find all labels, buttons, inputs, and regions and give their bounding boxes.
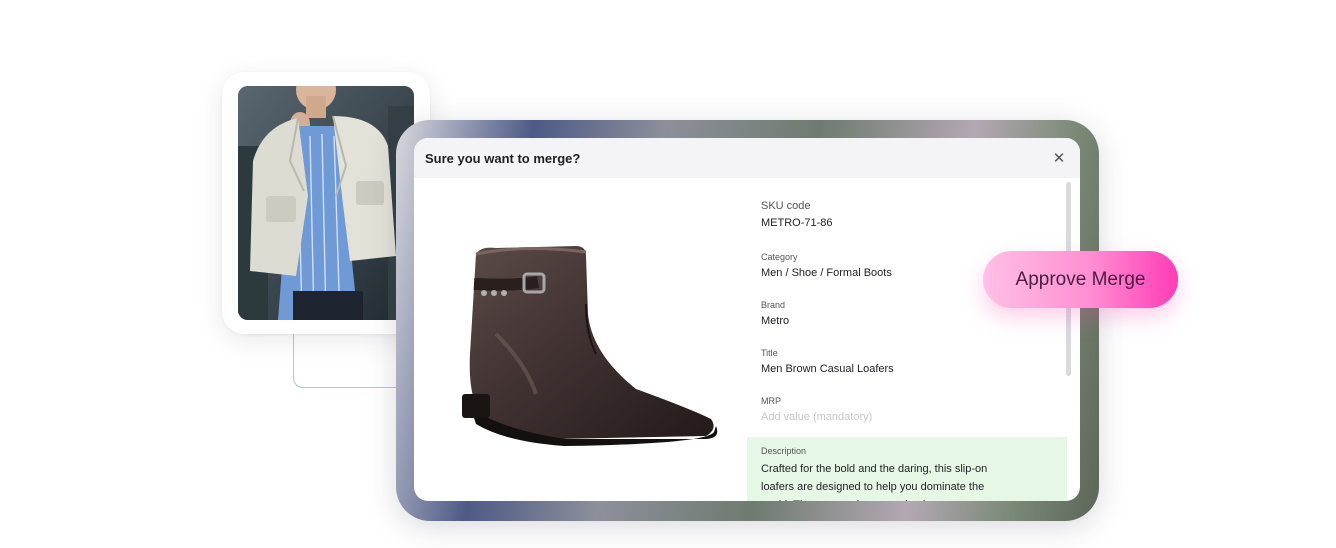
mrp-label: MRP: [761, 396, 781, 406]
scrollbar[interactable]: [1066, 182, 1072, 494]
sku-field: SKU code METRO-71-86: [747, 200, 833, 229]
sku-label: SKU code: [761, 200, 811, 212]
product-image: [436, 194, 736, 494]
dialog-title: Sure you want to merge?: [425, 150, 581, 166]
title-field: Title Men Brown Casual Loafers: [747, 348, 894, 375]
brand-label: Brand: [761, 300, 786, 310]
merge-dialog: Sure you want to merge? ✕ SKU code METRO…: [414, 138, 1080, 501]
close-icon[interactable]: ✕: [1050, 149, 1068, 167]
dialog-header: Sure you want to merge? ✕: [414, 138, 1080, 178]
category-label: Category: [761, 252, 798, 262]
title-label: Title: [761, 348, 778, 358]
description-field: Description Crafted for the bold and the…: [747, 437, 1067, 501]
title-value[interactable]: Men Brown Casual Loafers: [761, 363, 894, 375]
mrp-field: MRP Add value (mandatory): [747, 396, 872, 423]
mrp-input[interactable]: Add value (mandatory): [761, 411, 872, 423]
brand-value[interactable]: Metro: [761, 315, 789, 327]
brand-field: Brand Metro: [747, 300, 789, 327]
description-label: Description: [761, 446, 807, 456]
sku-value[interactable]: METRO-71-86: [761, 217, 833, 229]
category-field: Category Men / Shoe / Formal Boots: [747, 252, 892, 279]
approve-merge-button[interactable]: Approve Merge: [983, 251, 1178, 308]
model-photo: [238, 86, 414, 320]
category-value[interactable]: Men / Shoe / Formal Boots: [761, 267, 892, 279]
description-value[interactable]: Crafted for the bold and the daring, thi…: [761, 460, 1011, 501]
